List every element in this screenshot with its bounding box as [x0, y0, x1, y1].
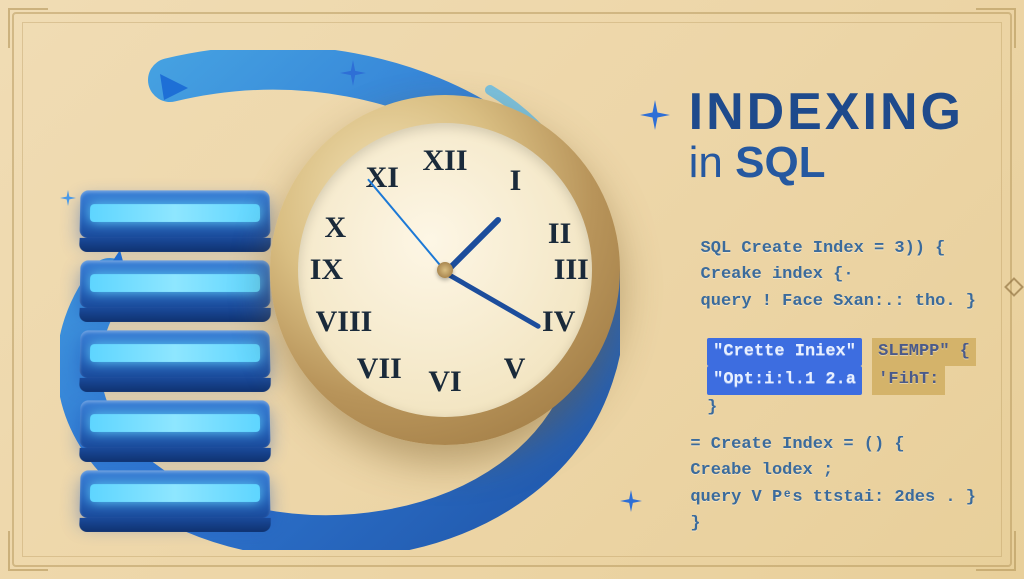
clock-numeral-7: VII [357, 352, 402, 386]
clock-numeral-8: VIII [316, 305, 373, 339]
clock-face: XII I II III IV V VI VII VIII IX X XI [298, 123, 592, 417]
clock-second-hand [367, 178, 446, 271]
clock-numeral-5: V [504, 352, 526, 386]
code-line: } [690, 511, 976, 537]
corner-ornament-top-left [8, 8, 48, 48]
clock-illustration: XII I II III IV V VI VII VIII IX X XI [270, 95, 620, 445]
clock-center-pin [437, 262, 453, 278]
highlighted-token: "Crette Iniex" [707, 338, 862, 366]
title-subtitle: in SQL [689, 138, 964, 188]
code-line: = Create Index = () { [690, 432, 976, 458]
sparkle-icon [640, 100, 670, 130]
server-unit [79, 470, 270, 518]
code-line: } [707, 395, 976, 421]
clock-numeral-11: XI [366, 161, 399, 195]
clock-numeral-3: III [554, 253, 589, 287]
server-unit [79, 330, 270, 378]
server-unit [79, 190, 270, 238]
server-unit [79, 400, 270, 448]
server-unit [79, 260, 270, 308]
clock-numeral-1: I [510, 164, 522, 198]
code-line: SQL Create Index = 3)) { [701, 236, 976, 262]
code-line: Creabe lodex ; [690, 458, 976, 484]
code-snippet-3: = Create Index = () { Creabe lodex ; que… [690, 432, 976, 537]
highlighted-token: "Opt:i:l.1 2.a [707, 366, 862, 394]
code-snippet-1: SQL Create Index = 3)) { Creake index {·… [701, 236, 976, 315]
code-line: query ! Face Sxan:.: tho. } [701, 289, 976, 315]
corner-ornament-bottom-right [976, 531, 1016, 571]
clock-numeral-2: II [548, 217, 571, 251]
clock-numeral-12: XII [422, 144, 467, 178]
title-sub-prefix: in [689, 138, 735, 187]
code-snippet-2: "Crette Iniex" SLEMPP" { "Opt:i:l.1 2.a … [707, 338, 976, 421]
clock-numeral-10: X [324, 211, 346, 245]
clock-numeral-9: IX [310, 253, 343, 287]
highlighted-token: 'FihT: [872, 366, 945, 394]
sparkle-icon [60, 190, 76, 206]
code-line: query V Pᵉs ttstai: 2des . } [690, 485, 976, 511]
highlighted-token: SLEMPP" { [872, 338, 976, 366]
server-stack-illustration [80, 190, 280, 540]
clock-numeral-6: VI [428, 365, 461, 399]
clock-numeral-4: IV [542, 305, 575, 339]
code-line: "Crette Iniex" SLEMPP" { [707, 338, 976, 366]
code-line: "Opt:i:l.1 2.a 'FihT: [707, 366, 976, 394]
corner-ornament-top-right [976, 8, 1016, 48]
title-block: INDEXING in SQL [689, 82, 964, 188]
clock-minute-hand [444, 270, 542, 329]
title-main: INDEXING [689, 82, 964, 142]
corner-ornament-bottom-left [8, 531, 48, 571]
code-line: Creake index {· [701, 262, 976, 288]
sparkle-icon [340, 60, 366, 86]
sparkle-icon [620, 490, 642, 512]
title-sub-word: SQL [735, 138, 825, 187]
